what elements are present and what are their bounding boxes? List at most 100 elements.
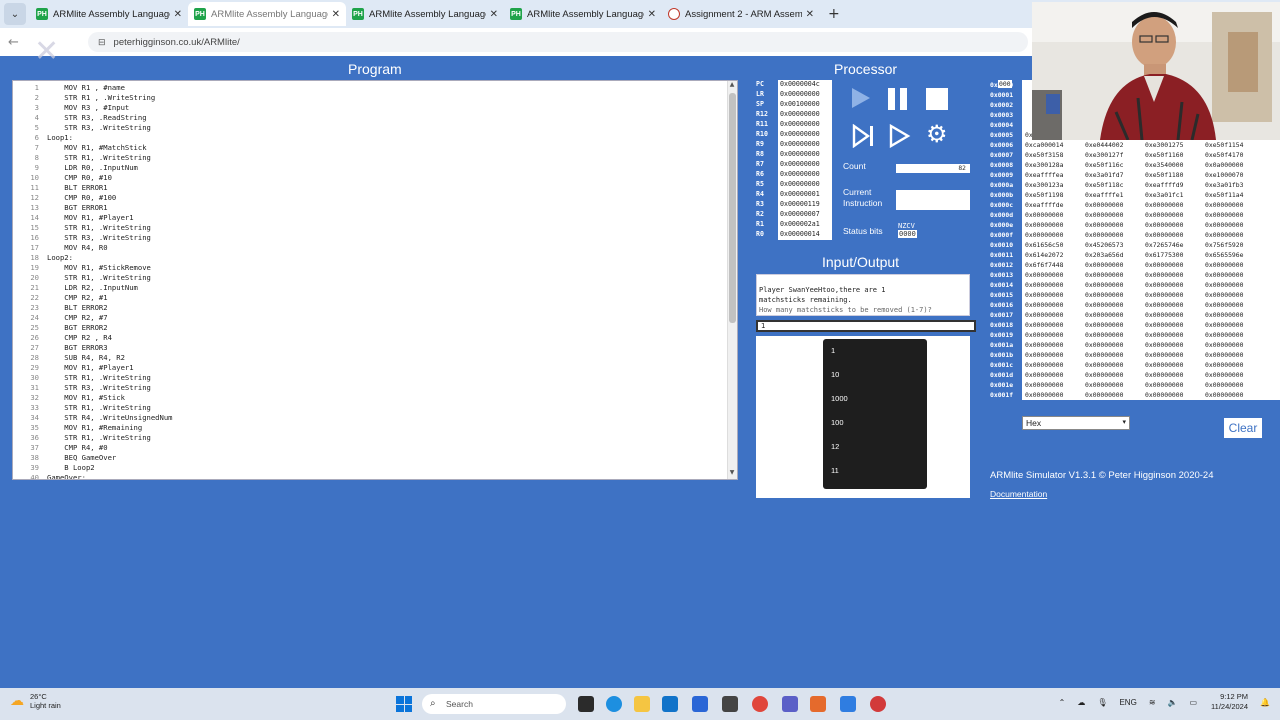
task-view-icon[interactable] xyxy=(578,696,594,712)
taskbar-search[interactable]: ⌕ Search xyxy=(422,694,566,714)
recorder-icon[interactable] xyxy=(870,696,886,712)
battery-icon[interactable]: ▭ xyxy=(1189,698,1197,707)
code-line[interactable]: 22 CMP R2, #1 xyxy=(17,293,737,303)
code-line[interactable]: 30 STR R1, .WriteString xyxy=(17,373,737,383)
autocomplete-dropdown[interactable]: 1 10 1000 100 12 11 xyxy=(823,339,927,489)
close-icon[interactable]: ✕ xyxy=(490,9,498,20)
code-line[interactable]: 21 LDR R2, .InputNum xyxy=(17,283,737,293)
continue-icon[interactable] xyxy=(888,123,912,149)
close-icon[interactable]: ✕ xyxy=(332,9,340,20)
program-editor[interactable]: 1 MOV R1 , #name 2 STR R1 , .WriteString 3… xyxy=(12,80,738,480)
clear-button[interactable]: Clear xyxy=(1224,418,1262,438)
code-line[interactable]: 37 CMP R4, #0 xyxy=(17,443,737,453)
code-line[interactable]: 39 B Loop2 xyxy=(17,463,737,473)
back-arrow-icon[interactable]: ← xyxy=(8,35,28,50)
code-line[interactable]: 5 STR R3, .WriteString xyxy=(17,123,737,133)
code-line[interactable]: 13 BGT ERROR1 xyxy=(17,203,737,213)
browser-tab[interactable]: PH ARMlite Assembly Language Si ✕ xyxy=(30,2,188,26)
browser-tab[interactable]: PH ARMlite Assembly Language Si ✕ xyxy=(504,2,662,26)
step-icon[interactable] xyxy=(852,123,876,149)
pause-icon[interactable] xyxy=(888,88,912,112)
close-icon[interactable]: ✕ xyxy=(806,9,814,20)
tab-menu-button[interactable]: ⌄ xyxy=(4,3,26,25)
code-line[interactable]: 8 STR R1, .WriteString xyxy=(17,153,737,163)
code-line[interactable]: 35 MOV R1, #Remaining xyxy=(17,423,737,433)
microphone-icon[interactable]: 🎙 xyxy=(1097,698,1107,707)
site-info-icon[interactable]: ⊟ xyxy=(98,37,106,48)
chrome-icon[interactable] xyxy=(752,696,768,712)
start-windows-icon[interactable] xyxy=(396,696,412,712)
wifi-icon[interactable]: ≋ xyxy=(1149,698,1156,707)
edge-browser-icon[interactable] xyxy=(606,696,622,712)
code-line[interactable]: 19 MOV R1, #StickRemove xyxy=(17,263,737,273)
url-field[interactable]: ⊟ peterhigginson.co.uk/ARMlite/ xyxy=(88,32,1028,52)
io-input-field[interactable]: 1 xyxy=(756,320,976,332)
code-line[interactable]: 9 LDR R0, .InputNum xyxy=(17,163,737,173)
cloud-icon[interactable]: ☁ xyxy=(1077,698,1085,707)
documentation-link[interactable]: Documentation xyxy=(990,489,1047,499)
new-tab-button[interactable]: + xyxy=(828,6,840,22)
code-line[interactable]: 14 MOV R1, #Player1 xyxy=(17,213,737,223)
weather-widget[interactable]: ☁ 26°C Light rain xyxy=(10,692,61,710)
outlook-icon[interactable] xyxy=(662,696,678,712)
app-icon-2[interactable] xyxy=(840,696,856,712)
code-line[interactable]: 38 BEQ GameOver xyxy=(17,453,737,463)
teams-icon[interactable] xyxy=(782,696,798,712)
language-indicator[interactable]: ENG xyxy=(1119,698,1136,707)
dropdown-option[interactable]: 1000 xyxy=(823,387,927,411)
code-line[interactable]: 16 STR R3, .WriteString xyxy=(17,233,737,243)
stop-icon[interactable] xyxy=(926,88,950,112)
code-line[interactable]: 4 STR R3, .ReadString xyxy=(17,113,737,123)
code-line[interactable]: 2 STR R1 , .WriteString xyxy=(17,93,737,103)
dropdown-option[interactable]: 10 xyxy=(823,363,927,387)
store-icon[interactable] xyxy=(722,696,738,712)
editor-scrollbar[interactable]: ▲ ▼ xyxy=(727,81,737,479)
code-line[interactable]: 18 Loop2: xyxy=(17,253,737,263)
code-line[interactable]: 12 CMP R0, #100 xyxy=(17,193,737,203)
close-icon[interactable]: ✕ xyxy=(648,9,656,20)
close-icon[interactable]: ✕ xyxy=(174,9,182,20)
scroll-thumb[interactable] xyxy=(729,93,736,323)
dropdown-option[interactable]: 1 xyxy=(823,339,927,363)
scroll-up-arrow-icon[interactable]: ▲ xyxy=(727,81,737,91)
code-line[interactable]: 6 Loop1: xyxy=(17,133,737,143)
code-line[interactable]: 34 STR R4, .WriteUnsignedNum xyxy=(17,413,737,423)
clock[interactable]: 9:12 PM 11/24/2024 xyxy=(1211,692,1248,712)
browser-tab[interactable]: PH ARMlite Assembly Language Si ✕ xyxy=(188,2,346,26)
code-line[interactable]: 3 MOV R3 , #Input xyxy=(17,103,737,113)
code-line[interactable]: 31 STR R3, .WriteString xyxy=(17,383,737,393)
code-line[interactable]: 29 MOV R1, #Player1 xyxy=(17,363,737,373)
code-listing[interactable]: 1 MOV R1 , #name 2 STR R1 , .WriteString 3… xyxy=(13,81,737,479)
code-line[interactable]: 24 CMP R2, #7 xyxy=(17,313,737,323)
volume-icon[interactable]: 🔈 xyxy=(1168,698,1178,707)
file-explorer-icon[interactable] xyxy=(634,696,650,712)
dropdown-option[interactable]: 11 xyxy=(823,459,927,483)
code-line[interactable]: 11 BLT ERROR1 xyxy=(17,183,737,193)
code-line[interactable]: 28 SUB R4, R4, R2 xyxy=(17,353,737,363)
code-line[interactable]: 27 BGT ERROR3 xyxy=(17,343,737,353)
code-line[interactable]: 7 MOV R1, #MatchStick xyxy=(17,143,737,153)
dropdown-option[interactable]: 12 xyxy=(823,435,927,459)
code-line[interactable]: 17 MOV R4, R0 xyxy=(17,243,737,253)
dropdown-option[interactable]: 100 xyxy=(823,411,927,435)
code-line[interactable]: 10 CMP R0, #10 xyxy=(17,173,737,183)
chevron-up-icon[interactable]: ⌃ xyxy=(1059,698,1066,707)
display-format-select[interactable]: Hex ▾ xyxy=(1022,416,1130,430)
code-line[interactable]: 36 STR R1, .WriteString xyxy=(17,433,737,443)
code-line[interactable]: 25 BGT ERROR2 xyxy=(17,323,737,333)
code-line[interactable]: 23 BLT ERROR2 xyxy=(17,303,737,313)
code-line[interactable]: 40 GameOver: xyxy=(17,473,737,479)
code-line[interactable]: 33 STR R1, .WriteString xyxy=(17,403,737,413)
browser-tab[interactable]: Assignment 2 - ARM Assembly ✕ xyxy=(662,2,820,26)
notification-bell-icon[interactable]: 🔔 xyxy=(1260,698,1270,707)
play-icon[interactable] xyxy=(852,88,876,112)
code-line[interactable]: 20 STR R1, .WriteString xyxy=(17,273,737,283)
gear-icon[interactable]: ⚙ xyxy=(926,122,950,146)
code-line[interactable]: 26 CMP R2 , R4 xyxy=(17,333,737,343)
code-line[interactable]: 32 MOV R1, #Stick xyxy=(17,393,737,403)
scroll-down-arrow-icon[interactable]: ▼ xyxy=(727,469,737,479)
code-line[interactable]: 1 MOV R1 , #name xyxy=(17,83,737,93)
code-line[interactable]: 15 STR R1, .WriteString xyxy=(17,223,737,233)
vscode-icon[interactable] xyxy=(692,696,708,712)
app-icon[interactable] xyxy=(810,696,826,712)
